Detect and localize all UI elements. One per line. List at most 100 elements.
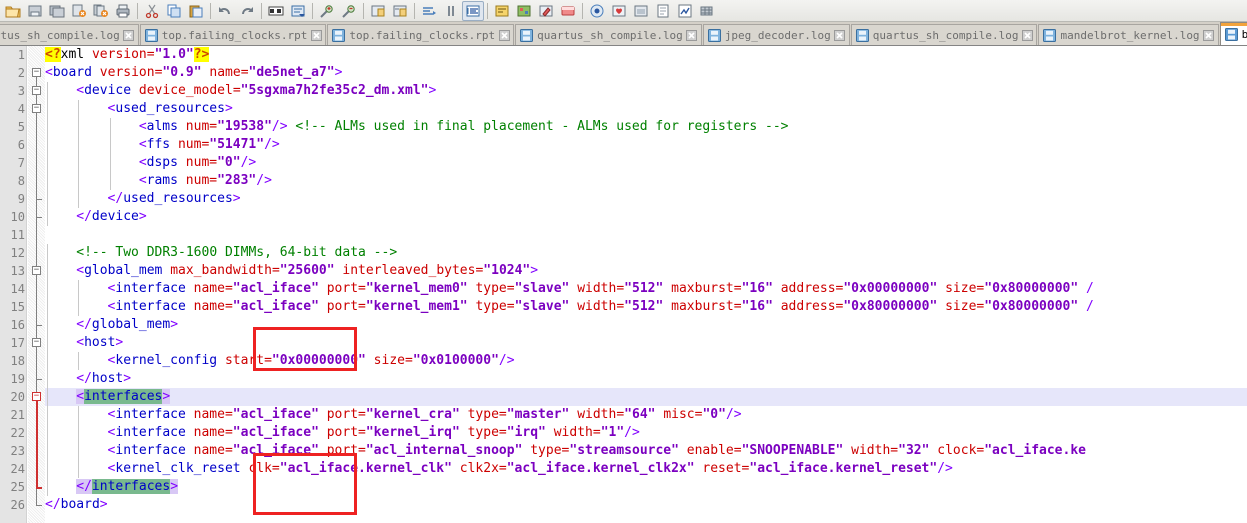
document-tab[interactable]: jpeg_decoder.log bbox=[702, 24, 850, 45]
document-tab[interactable]: quartus_sh_compile.log bbox=[515, 24, 702, 45]
code-token-comment: <!-- ALMs used in final placement - ALMs… bbox=[295, 119, 789, 134]
undo-icon[interactable] bbox=[214, 1, 236, 21]
redo-icon[interactable] bbox=[236, 1, 258, 21]
code-line[interactable]: <board version="0.9" name="de5net_a7"> bbox=[45, 64, 1247, 82]
code-token-brack: > bbox=[428, 83, 437, 98]
code-token-attr: name bbox=[209, 65, 241, 80]
report-icon[interactable] bbox=[674, 1, 696, 21]
tab-close-icon[interactable] bbox=[686, 29, 698, 41]
code-line[interactable]: <host> bbox=[45, 334, 1247, 352]
fold-toggle[interactable]: − bbox=[32, 68, 41, 77]
compile-icon[interactable] bbox=[586, 1, 608, 21]
code-line[interactable]: </host> bbox=[45, 370, 1247, 388]
close-all-icon[interactable] bbox=[90, 1, 112, 21]
document-tab-bar[interactable]: quartus_sh_compile.log top.failing_clocks… bbox=[0, 22, 1247, 45]
fold-end-marker bbox=[36, 487, 42, 489]
colors-icon[interactable] bbox=[513, 1, 535, 21]
wrap-icon[interactable] bbox=[491, 1, 513, 21]
code-line[interactable]: <dsps num="0"/> bbox=[45, 154, 1247, 172]
code-line[interactable]: <interface name="acl_iface" port="kernel… bbox=[45, 280, 1247, 298]
zoom-in-icon[interactable] bbox=[316, 1, 338, 21]
code-line[interactable]: <interface name="acl_iface" port="kernel… bbox=[45, 298, 1247, 316]
toolbar bbox=[0, 0, 1247, 22]
document-tab[interactable]: quartus_sh_compile.log bbox=[0, 24, 139, 45]
code-token-attr: name bbox=[193, 299, 225, 314]
code-line[interactable]: <global_mem max_bandwidth="25600" interl… bbox=[45, 262, 1247, 280]
fold-toggle[interactable]: − bbox=[32, 338, 41, 347]
document-tab[interactable]: top.failing_clocks.rpt bbox=[139, 24, 327, 45]
indent-icon[interactable] bbox=[418, 1, 440, 21]
code-token-attr: = bbox=[264, 353, 272, 368]
code-line[interactable]: </global_mem> bbox=[45, 316, 1247, 334]
stop-icon[interactable] bbox=[557, 1, 579, 21]
code-line[interactable]: <!-- Two DDR3-1600 DIMMs, 64-bit data --… bbox=[45, 244, 1247, 262]
code-line[interactable]: <interface name="acl_iface" port="kernel… bbox=[45, 406, 1247, 424]
marker-icon[interactable] bbox=[535, 1, 557, 21]
zoom-out-icon[interactable] bbox=[338, 1, 360, 21]
bookmark-icon[interactable] bbox=[367, 1, 389, 21]
copy-icon[interactable] bbox=[163, 1, 185, 21]
code-folding-margin[interactable]: − − − − − − bbox=[28, 46, 45, 523]
fold-toggle[interactable]: − bbox=[32, 266, 41, 275]
code-line[interactable]: </interfaces> bbox=[45, 478, 1247, 496]
code-line[interactable]: <interface name="acl_iface" port="kernel… bbox=[45, 424, 1247, 442]
print-icon[interactable] bbox=[112, 1, 134, 21]
code-text-area[interactable]: <?xml version="1.0"?> <board version="0.9… bbox=[45, 46, 1247, 523]
code-token-val: "0x80000000" bbox=[843, 299, 938, 314]
code-token-val: "1024" bbox=[483, 263, 531, 278]
tab-close-icon[interactable] bbox=[834, 29, 846, 41]
paste-icon[interactable] bbox=[185, 1, 207, 21]
open-folder-icon[interactable] bbox=[2, 1, 24, 21]
code-line[interactable]: <rams num="283"/> bbox=[45, 172, 1247, 190]
code-line[interactable]: <alms num="19538"/> <!-- ALMs used in fi… bbox=[45, 118, 1247, 136]
replace-icon[interactable] bbox=[287, 1, 309, 21]
find-icon[interactable] bbox=[265, 1, 287, 21]
code-token-brack: > bbox=[115, 335, 124, 350]
line-number: 16 bbox=[10, 318, 25, 332]
fold-toggle[interactable]: − bbox=[32, 104, 41, 113]
grid-icon[interactable] bbox=[696, 1, 718, 21]
code-line[interactable]: <kernel_config start="0x00000000" size="… bbox=[45, 352, 1247, 370]
tab-close-icon[interactable] bbox=[310, 29, 322, 41]
fold-toggle[interactable]: − bbox=[32, 86, 41, 95]
code-line[interactable]: </device> bbox=[45, 208, 1247, 226]
tab-close-icon[interactable] bbox=[1021, 29, 1033, 41]
code-line[interactable]: </board> bbox=[45, 496, 1247, 514]
tab-close-icon[interactable] bbox=[123, 29, 135, 41]
fold-toggle[interactable]: − bbox=[32, 392, 41, 401]
code-line[interactable]: </used_resources> bbox=[45, 190, 1247, 208]
tab-label: quartus_sh_compile.log bbox=[872, 28, 1019, 42]
code-line[interactable]: <interfaces> bbox=[45, 388, 1247, 406]
code-line[interactable]: <device device_model="5sgxma7h2fe35c2_dm… bbox=[45, 82, 1247, 100]
code-line[interactable]: <used_resources> bbox=[45, 100, 1247, 118]
code-line[interactable]: <interface name="acl_iface" port="acl_in… bbox=[45, 442, 1247, 460]
code-line[interactable]: <?xml version="1.0"?> bbox=[45, 46, 1247, 64]
close-file-icon[interactable] bbox=[68, 1, 90, 21]
code-line[interactable]: <ffs num="51471"/> bbox=[45, 136, 1247, 154]
pause-icon[interactable] bbox=[440, 1, 462, 21]
save-all-icon[interactable] bbox=[46, 1, 68, 21]
document-tab[interactable]: mandelbrot_kernel.log bbox=[1038, 24, 1219, 45]
code-line[interactable]: <kernel_clk_reset clk="acl_iface.kernel_… bbox=[45, 460, 1247, 478]
cut-icon[interactable] bbox=[141, 1, 163, 21]
code-line[interactable] bbox=[45, 226, 1247, 244]
line-numbers-icon[interactable] bbox=[462, 0, 484, 21]
document-tab-active[interactable]: board_spec.xml bbox=[1219, 22, 1247, 45]
code-token-attr: enable bbox=[686, 443, 734, 458]
tab-close-icon[interactable] bbox=[498, 29, 510, 41]
save-icon[interactable] bbox=[24, 1, 46, 21]
document-tab[interactable]: top.failing_clocks.rpt bbox=[327, 24, 515, 45]
panel-icon[interactable] bbox=[630, 1, 652, 21]
tab-close-icon[interactable] bbox=[1203, 29, 1215, 41]
code-editor[interactable]: 1 2 3 4 5 6 7 8 9 10 11 12 13 14 15 16 17 18 19 20 21 22 23 24 2… bbox=[0, 45, 1247, 523]
document-tab[interactable]: quartus_sh_compile.log bbox=[850, 24, 1038, 45]
note-icon[interactable] bbox=[652, 1, 674, 21]
heart-icon[interactable] bbox=[608, 1, 630, 21]
code-token-attr: = bbox=[506, 299, 515, 314]
bookmark-next-icon[interactable] bbox=[389, 1, 411, 21]
editor-window: quartus_sh_compile.log top.failing_clocks… bbox=[0, 0, 1247, 523]
code-token-attr: clk2x bbox=[459, 461, 499, 476]
